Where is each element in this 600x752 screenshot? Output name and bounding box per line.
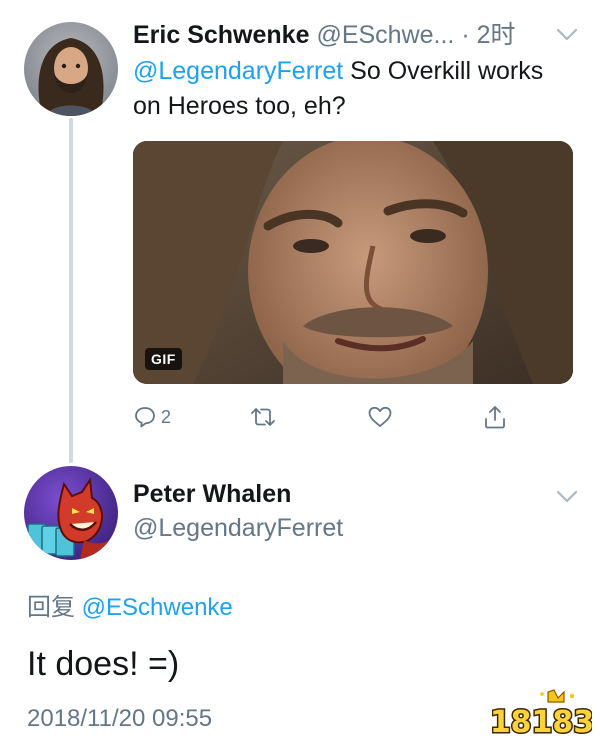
reply-count: 2 <box>161 406 172 427</box>
avatar-eric-schwenke[interactable] <box>24 22 118 116</box>
reply-button[interactable]: 2 <box>133 402 171 432</box>
tweet-text: @LegendaryFerret So Overkill works on He… <box>133 54 573 124</box>
tweet-header: Eric Schwenke @ESchwe... · 2时 <box>133 18 583 52</box>
chevron-down-icon[interactable] <box>556 28 578 42</box>
reply-icon <box>133 405 157 429</box>
reply-text: It does! =) <box>27 645 180 683</box>
retweet-icon <box>248 405 278 429</box>
mention-link[interactable]: @LegendaryFerret <box>133 57 343 85</box>
replying-to-line: 回复 @ESchwenke <box>27 592 233 624</box>
meta-separator: · <box>461 21 470 49</box>
share-button[interactable] <box>483 402 507 432</box>
share-icon <box>483 404 507 430</box>
reply-timestamp[interactable]: 2018/11/20 09:55 <box>27 703 212 735</box>
gif-media[interactable]: GIF <box>133 141 573 384</box>
site-watermark-logo: 18183 <box>488 686 596 742</box>
reply-author-handle[interactable]: @LegendaryFerret <box>133 512 343 544</box>
gif-badge: GIF <box>145 348 182 370</box>
avatar-peter-whalen[interactable] <box>24 466 118 560</box>
heart-icon <box>367 405 393 429</box>
reply-author-display-name[interactable]: Peter Whalen <box>133 478 291 510</box>
author-display-name[interactable]: Eric Schwenke <box>133 21 309 49</box>
thread-connector-line <box>69 118 73 463</box>
svg-text:18183: 18183 <box>492 705 592 740</box>
replying-to-label: 回复 <box>27 594 75 621</box>
replying-to-mention[interactable]: @ESchwenke <box>82 594 233 621</box>
retweet-button[interactable] <box>248 402 278 432</box>
chevron-down-icon[interactable] <box>556 490 578 504</box>
like-button[interactable] <box>367 402 393 432</box>
tweet-thread-page: Eric Schwenke @ESchwe... · 2时 @Legendary… <box>0 0 600 752</box>
author-handle[interactable]: @ESchwe... <box>316 21 454 49</box>
tweet-time-ago: 2时 <box>476 21 516 49</box>
